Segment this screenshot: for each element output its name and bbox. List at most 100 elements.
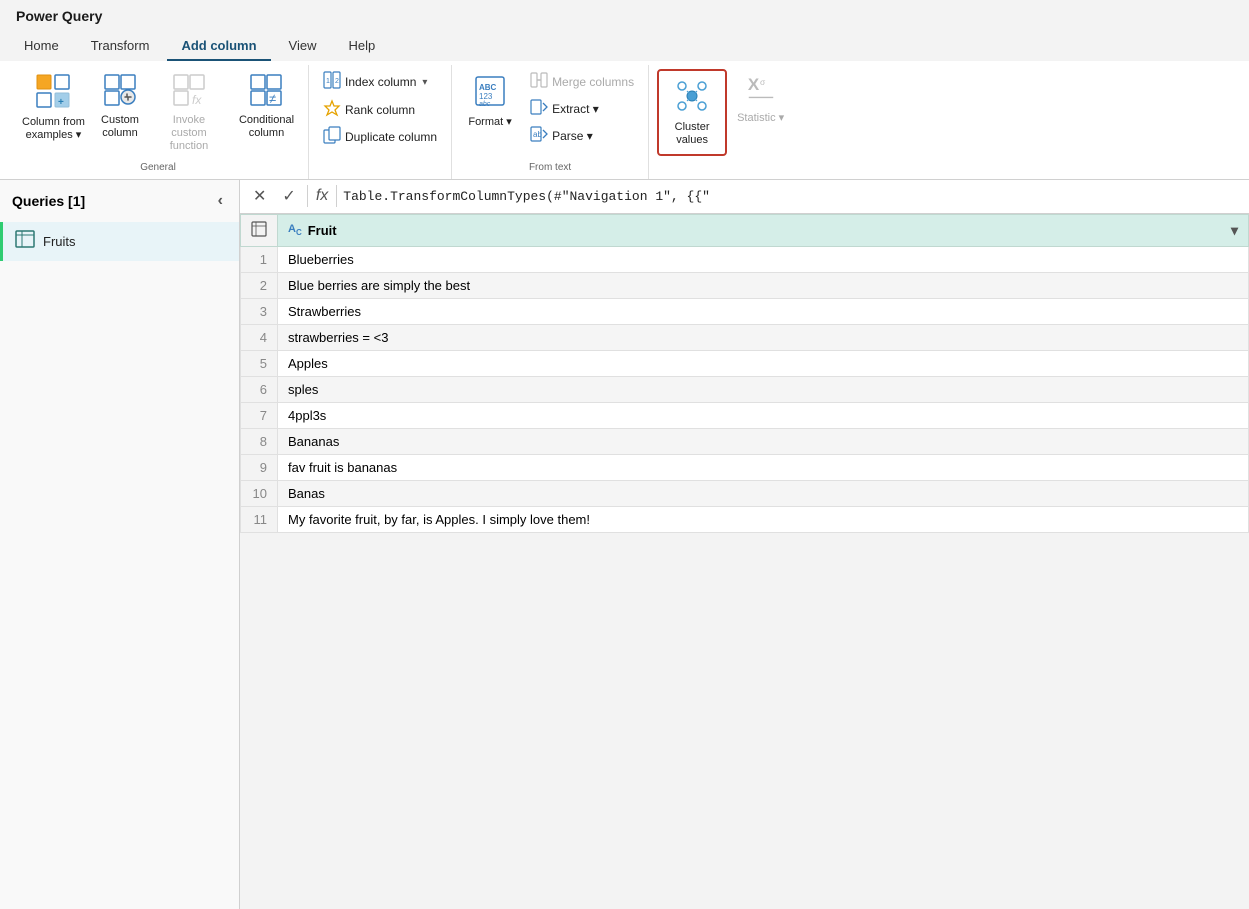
svg-text:fx: fx (192, 93, 202, 107)
statistics-label: Statistic ▾ (737, 112, 784, 125)
table-cell-fruit: Apples (278, 350, 1249, 376)
table-cell-rownum: 1 (241, 246, 278, 272)
conditional-column-icon: ≠ (249, 73, 283, 112)
table-cell-rownum: 8 (241, 428, 278, 454)
table-cell-rownum: 3 (241, 298, 278, 324)
formula-fx-label: fx (307, 185, 337, 207)
index-column-dropdown-icon: ▾ (422, 77, 427, 88)
table-scroll-area[interactable]: AC Fruit ▾ 1Blueberries2Blue berries are… (240, 214, 1249, 909)
table-row: 1Blueberries (241, 246, 1249, 272)
invoke-custom-function-icon: fx (172, 73, 206, 112)
svg-text:ab: ab (533, 130, 542, 139)
ribbon-group-general: + Column fromexamples ▾ Customcolumn (8, 65, 309, 179)
rank-column-label: Rank column (345, 103, 415, 117)
table-row: 2Blue berries are simply the best (241, 272, 1249, 298)
svg-text:σ: σ (760, 77, 766, 87)
table-cell-fruit: Bananas (278, 428, 1249, 454)
duplicate-column-label: Duplicate column (345, 130, 437, 144)
table-cell-fruit: Blue berries are simply the best (278, 272, 1249, 298)
table-cell-fruit: 4ppl3s (278, 402, 1249, 428)
ribbon-group-column-ops-items: 1 2 Index column ▾ Rank column (317, 69, 443, 169)
svg-text:123: 123 (479, 92, 493, 101)
index-column-label: Index column (345, 75, 416, 89)
duplicate-column-button[interactable]: Duplicate column (317, 124, 443, 149)
cluster-values-icon (674, 78, 710, 119)
tab-help[interactable]: Help (335, 32, 390, 61)
query-fruits-icon (15, 230, 35, 253)
ribbon-group-general-items: + Column fromexamples ▾ Customcolumn (16, 69, 300, 158)
tab-home[interactable]: Home (10, 32, 73, 61)
invoke-custom-function-label: Invoke customfunction (155, 114, 223, 154)
table-row: 8Bananas (241, 428, 1249, 454)
formula-input[interactable]: Table.TransformColumnTypes(#"Navigation … (343, 189, 1241, 204)
formula-cancel-button[interactable]: ✕ (248, 184, 271, 208)
collapse-panel-button[interactable]: ‹ (214, 190, 227, 212)
merge-columns-label: Merge columns (552, 75, 634, 89)
table-cell-fruit: strawberries = <3 (278, 324, 1249, 350)
custom-column-icon (103, 73, 137, 112)
queries-header: Queries [1] ‹ (0, 180, 239, 222)
col-fruit-dropdown-button[interactable]: ▾ (1231, 222, 1238, 239)
column-from-examples-button[interactable]: + Column fromexamples ▾ (16, 69, 91, 146)
cluster-values-button[interactable]: Clustervalues (662, 74, 722, 151)
parse-icon: ab (530, 125, 548, 146)
tab-transform[interactable]: Transform (77, 32, 164, 61)
queries-panel: Queries [1] ‹ Fruits (0, 180, 240, 909)
ribbon-col-from-text: Merge columns Extract ▾ (524, 69, 640, 148)
svg-text:+: + (58, 97, 64, 108)
table-cell-rownum: 7 (241, 402, 278, 428)
rank-column-button[interactable]: Rank column (317, 97, 443, 122)
table-cell-fruit: Banas (278, 480, 1249, 506)
custom-column-button[interactable]: Customcolumn (95, 69, 145, 144)
table-cell-fruit: fav fruit is bananas (278, 454, 1249, 480)
svg-text:≠: ≠ (269, 91, 276, 106)
extract-button[interactable]: Extract ▾ (524, 96, 640, 121)
app-title: Power Query (16, 8, 102, 24)
table-cell-fruit: My favorite fruit, by far, is Apples. I … (278, 506, 1249, 532)
format-label: Format ▾ (468, 116, 511, 129)
cluster-values-label: Clustervalues (675, 121, 710, 147)
table-header-rownum (241, 214, 278, 246)
table-cell-fruit: Blueberries (278, 246, 1249, 272)
conditional-column-button[interactable]: ≠ Conditionalcolumn (233, 69, 300, 144)
invoke-custom-function-button[interactable]: fx Invoke customfunction (149, 69, 229, 158)
table-row: 6sples (241, 376, 1249, 402)
title-bar: Power Query (0, 0, 1249, 32)
ribbon-group-column-ops: 1 2 Index column ▾ Rank column (309, 65, 452, 179)
merge-columns-icon (530, 71, 548, 92)
format-button[interactable]: ABC 123 abc Format ▾ (460, 69, 520, 133)
tab-view[interactable]: View (275, 32, 331, 61)
table-cell-rownum: 2 (241, 272, 278, 298)
svg-text:2: 2 (335, 78, 339, 85)
query-item-fruits[interactable]: Fruits (0, 222, 239, 261)
data-table: AC Fruit ▾ 1Blueberries2Blue berries are… (240, 214, 1249, 533)
ribbon-group-cluster-stats-items: Clustervalues X σ Statistic ▾ (657, 69, 790, 169)
svg-text:ABC: ABC (479, 83, 497, 92)
svg-text:X: X (747, 75, 759, 94)
statistics-button[interactable]: X σ Statistic ▾ (731, 69, 790, 129)
svg-text:1: 1 (326, 78, 330, 85)
tab-add-column[interactable]: Add column (167, 32, 270, 61)
extract-icon (530, 98, 548, 119)
rank-column-icon (323, 99, 341, 120)
svg-text:abc: abc (479, 101, 491, 108)
table-row: 5Apples (241, 350, 1249, 376)
ribbon-group-cluster-stats: Clustervalues X σ Statistic ▾ (649, 65, 798, 179)
table-row: 3Strawberries (241, 298, 1249, 324)
table-cell-rownum: 4 (241, 324, 278, 350)
ribbon-col-ops: 1 2 Index column ▾ Rank column (317, 69, 443, 149)
table-row: 4strawberries = <3 (241, 324, 1249, 350)
column-from-examples-icon: + (35, 73, 71, 114)
ribbon-group-general-label: General (140, 162, 176, 175)
index-column-button[interactable]: 1 2 Index column ▾ (317, 69, 443, 95)
custom-column-label: Customcolumn (101, 114, 139, 140)
table-cell-rownum: 11 (241, 506, 278, 532)
formula-bar: ✕ ✓ fx Table.TransformColumnTypes(#"Navi… (240, 180, 1249, 214)
merge-columns-button[interactable]: Merge columns (524, 69, 640, 94)
formula-confirm-button[interactable]: ✓ (277, 184, 300, 208)
table-header-fruit[interactable]: AC Fruit ▾ (278, 214, 1249, 246)
parse-button[interactable]: ab Parse ▾ (524, 123, 640, 148)
table-cell-fruit: Strawberries (278, 298, 1249, 324)
table-cell-rownum: 5 (241, 350, 278, 376)
ribbon: + Column fromexamples ▾ Customcolumn (0, 61, 1249, 180)
